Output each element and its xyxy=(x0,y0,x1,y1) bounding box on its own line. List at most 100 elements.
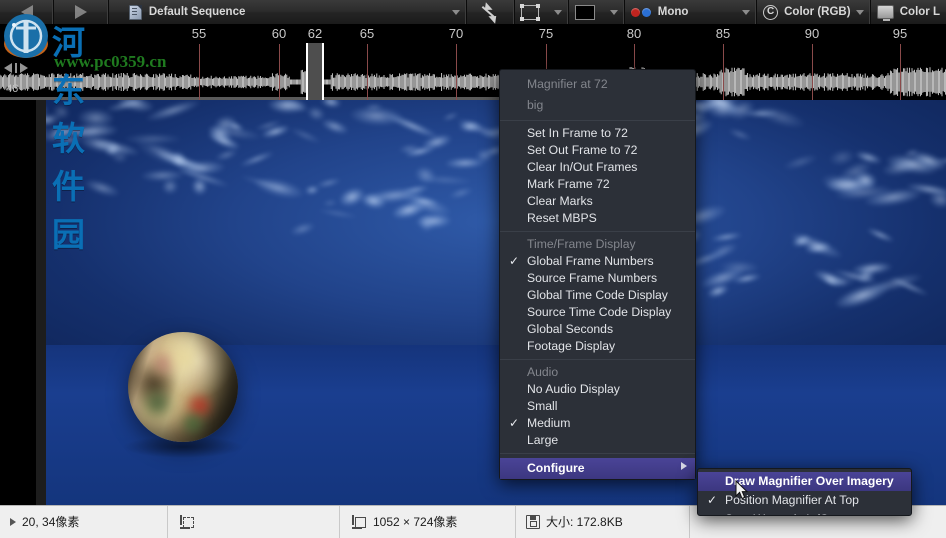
transport-divider-icon xyxy=(15,63,17,73)
timeline-tick-label: 75 xyxy=(539,26,553,41)
forward-arrow-icon xyxy=(75,5,87,19)
timeline-tick-label: 62 xyxy=(308,26,322,41)
chevron-down-icon xyxy=(856,10,864,15)
back-button[interactable] xyxy=(0,0,54,24)
audio-channel-label: Mono xyxy=(658,6,689,18)
menu-item-frame-action[interactable]: Set In Frame to 72 xyxy=(500,125,695,142)
cloud-wisp xyxy=(365,103,383,110)
cloud-wisp xyxy=(304,185,320,195)
menu-item-audio-size[interactable]: Large xyxy=(500,432,695,449)
cloud-wisp xyxy=(78,401,123,417)
cloud-wisp xyxy=(699,264,747,292)
cloud-wisp xyxy=(213,114,239,135)
menu-item-configure[interactable]: Configure xyxy=(500,458,695,479)
submenu-item-magnifier-option[interactable]: Draw Magnifier Over Imagery xyxy=(698,472,911,491)
cloud-wisp xyxy=(826,176,875,192)
menu-item-time-display[interactable]: Footage Display xyxy=(500,338,695,355)
menu-item-label: Global Seconds xyxy=(527,322,613,336)
cloud-wisp xyxy=(124,134,181,144)
cloud-wisp xyxy=(365,185,425,205)
cloud-wisp xyxy=(253,174,305,201)
cloud-wisp xyxy=(406,435,463,460)
menu-header-magnifier: Magnifier at 72 xyxy=(500,74,695,95)
cloud-wisp xyxy=(855,266,877,285)
audio-channel-selector[interactable]: Mono xyxy=(625,0,757,24)
status-dimensions: 1052 × 724像素 xyxy=(340,506,516,538)
cloud-wisp xyxy=(405,144,436,158)
step-forward-icon[interactable] xyxy=(20,63,28,73)
chevron-right-icon xyxy=(681,462,687,470)
forward-button[interactable] xyxy=(54,0,108,24)
sequence-selector[interactable]: Default Sequence xyxy=(109,0,467,24)
menu-item-frame-action[interactable]: Set Out Frame to 72 xyxy=(500,142,695,159)
sequence-icon xyxy=(129,5,142,20)
cloud-wisp xyxy=(415,213,451,229)
cloud-wisp xyxy=(881,158,917,178)
menu-item-frame-action[interactable]: Mark Frame 72 xyxy=(500,176,695,193)
color-space-label: Color (RGB) xyxy=(784,6,850,18)
submenu-item-magnifier-option[interactable]: Step Wraps At In/Out xyxy=(698,510,911,516)
cloud-wisp xyxy=(851,261,892,276)
cloud-wisp xyxy=(101,393,116,401)
status-file-size: 大小: 172.8KB xyxy=(516,506,690,538)
menu-item-time-display[interactable]: Source Frame Numbers xyxy=(500,270,695,287)
chevron-down-icon xyxy=(610,10,618,15)
frame-tool-button[interactable] xyxy=(515,0,569,24)
menu-item-audio-size[interactable]: No Audio Display xyxy=(500,381,695,398)
menu-subheader-size: big xyxy=(500,95,695,116)
cloud-wisp xyxy=(177,160,224,177)
context-menu[interactable]: Magnifier at 72 big Set In Frame to 72 Se… xyxy=(499,69,696,480)
resize-tool-button[interactable] xyxy=(467,0,515,24)
video-preview[interactable] xyxy=(46,100,946,505)
menu-item-label: Large xyxy=(527,433,558,447)
menu-item-label: Clear In/Out Frames xyxy=(527,160,637,174)
cloud-wisp xyxy=(243,446,298,478)
cloud-wisp xyxy=(68,384,108,410)
cloud-wisp xyxy=(190,176,209,197)
menu-item-frame-action[interactable]: Reset MBPS xyxy=(500,210,695,227)
color-space-selector[interactable]: C Color (RGB) xyxy=(757,0,871,24)
timeline-tick xyxy=(456,44,457,100)
timeline-tick xyxy=(279,44,280,100)
cloud-wisp xyxy=(442,111,460,122)
submenu-item-magnifier-option[interactable]: ✓Position Magnifier At Top xyxy=(698,491,911,510)
step-back-icon[interactable] xyxy=(4,63,12,73)
cloud-wisp xyxy=(836,157,874,185)
cloud-wisp xyxy=(418,214,435,233)
check-icon: ✓ xyxy=(509,253,519,270)
menu-item-audio-size[interactable]: ✓Medium xyxy=(500,415,695,432)
color-swatch-icon xyxy=(575,5,595,20)
cloud-wisp xyxy=(452,432,467,441)
cloud-wisp xyxy=(171,468,229,481)
menu-item-audio-size[interactable]: Small xyxy=(500,398,695,415)
color-lut-selector[interactable]: Color L xyxy=(871,0,946,24)
cloud-wisp xyxy=(703,433,759,450)
menu-item-label: Source Frame Numbers xyxy=(527,271,657,285)
dimensions-icon xyxy=(350,515,367,530)
configure-submenu[interactable]: Draw Magnifier Over Imagery✓Position Mag… xyxy=(697,468,912,516)
cloud-wisp xyxy=(46,123,77,144)
transport-controls[interactable] xyxy=(4,63,28,73)
menu-item-time-display[interactable]: ✓Global Frame Numbers xyxy=(500,253,695,270)
timeline-tick xyxy=(723,44,724,100)
cloud-wisp xyxy=(318,208,358,220)
color-swatch-button[interactable] xyxy=(569,0,624,24)
cloud-wisp xyxy=(320,100,342,109)
menu-item-frame-action[interactable]: Clear In/Out Frames xyxy=(500,159,695,176)
menu-item-time-display[interactable]: Source Time Code Display xyxy=(500,304,695,321)
cloud-wisp xyxy=(405,432,443,449)
menu-item-time-display[interactable]: Global Time Code Display xyxy=(500,287,695,304)
sequence-name-label: Default Sequence xyxy=(149,6,246,18)
cloud-wisp xyxy=(323,199,338,207)
cloud-wisp xyxy=(141,169,184,181)
menu-item-frame-action[interactable]: Clear Marks xyxy=(500,193,695,210)
menu-item-time-display[interactable]: Global Seconds xyxy=(500,321,695,338)
timeline-ruler[interactable]: 55606265707580859095 46 xyxy=(0,25,946,100)
check-icon: ✓ xyxy=(707,491,717,510)
status-selection xyxy=(168,506,340,538)
menu-item-label: Set In Frame to 72 xyxy=(527,126,628,140)
stage-left-strip xyxy=(36,100,46,505)
disk-icon xyxy=(526,515,540,529)
playhead[interactable] xyxy=(306,43,324,100)
cloud-wisp xyxy=(852,170,879,192)
